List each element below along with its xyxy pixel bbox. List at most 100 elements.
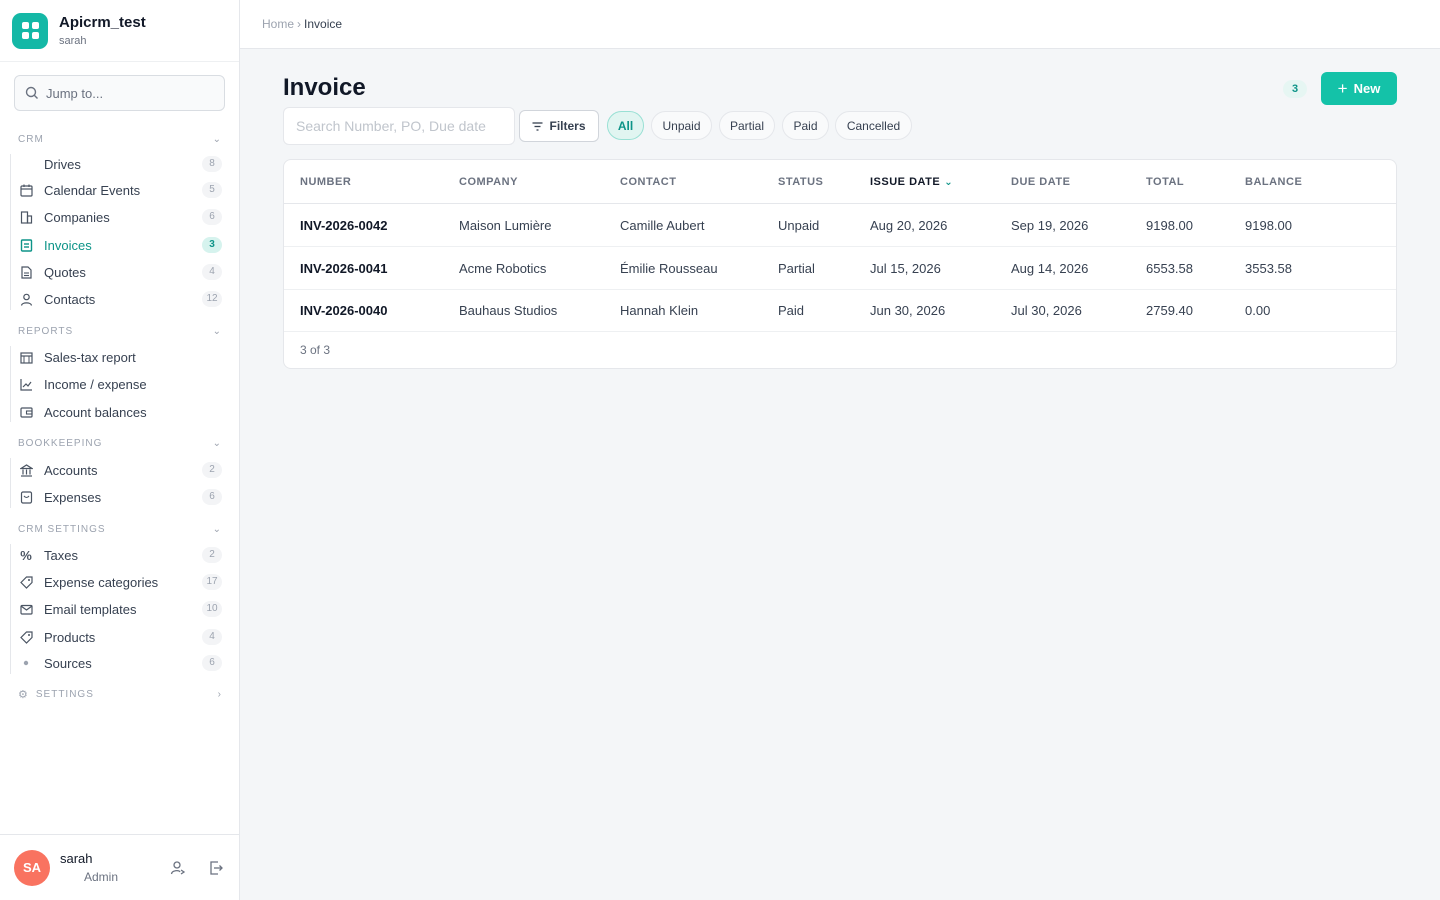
filters-button[interactable]: Filters [519, 110, 599, 142]
section-crm-settings-toggle[interactable]: CRM SETTINGS ⌄ [18, 524, 222, 535]
chevron-down-icon: ⌄ [212, 134, 222, 145]
sidebar-item-label: Sales-tax report [44, 349, 136, 365]
user-info: sarah Admin [60, 851, 150, 884]
sidebar-item-label: Account balances [44, 404, 147, 420]
sidebar-item-drives[interactable]: Drives 8 [18, 153, 222, 175]
sidebar-item-companies[interactable]: Companies 6 [18, 206, 222, 228]
cell-due-date: Sep 19, 2026 [1011, 218, 1089, 233]
sidebar-item-count: 6 [202, 655, 222, 671]
sidebar-item-calendar-events[interactable]: Calendar Events 5 [18, 179, 222, 201]
section-settings-toggle[interactable]: ⚙ SETTINGS › [18, 688, 222, 701]
cell-contact: Émilie Rousseau [620, 261, 718, 276]
invoice-table: NUMBER COMPANY CONTACT STATUS ISSUE DATE… [283, 159, 1397, 369]
section-divider-line [10, 154, 11, 310]
column-header-contact[interactable]: CONTACT [620, 176, 676, 188]
building-icon [18, 210, 34, 224]
logout-icon[interactable] [206, 858, 226, 878]
filter-chip-partial[interactable]: Partial [719, 111, 775, 140]
filter-chip-cancelled[interactable]: Cancelled [835, 111, 912, 140]
jump-to-search[interactable]: Jump to... [14, 75, 225, 111]
breadcrumb-home[interactable]: Home [262, 17, 294, 31]
brand-text: Apicrm_test sarah [59, 14, 146, 47]
sidebar-item-label: Invoices [44, 237, 92, 253]
column-header-number[interactable]: NUMBER [300, 176, 351, 188]
sidebar-item-count: 5 [202, 182, 222, 198]
new-invoice-button[interactable]: + New [1321, 72, 1397, 105]
column-header-issue-date[interactable]: ISSUE DATE ⌄ [870, 176, 953, 188]
filter-chip-all[interactable]: All [607, 111, 644, 140]
sidebar-item-label: Sources [44, 655, 92, 671]
sidebar-item-quotes[interactable]: Quotes 4 [18, 261, 222, 283]
cell-status: Partial [778, 261, 815, 276]
breadcrumb-separator: › [297, 17, 302, 31]
section-divider-line [10, 458, 11, 508]
table-row[interactable]: INV-2026-0041 Acme Robotics Émilie Rouss… [284, 247, 1396, 290]
column-header-status[interactable]: STATUS [778, 176, 823, 188]
sidebar-item-count: 4 [202, 264, 222, 280]
sidebar-item-taxes[interactable]: % Taxes 2 [18, 544, 222, 566]
column-header-total[interactable]: TOTAL [1146, 176, 1184, 188]
cell-total: 6553.58 [1146, 261, 1193, 276]
sidebar-item-label: Products [44, 629, 96, 645]
section-divider-line [10, 346, 11, 422]
sidebar-item-sources[interactable]: Sources 6 [18, 652, 222, 674]
brand-header[interactable]: Apicrm_test sarah [0, 0, 239, 62]
sidebar-item-label: Calendar Events [44, 182, 141, 198]
sidebar-item-label: Taxes [44, 547, 78, 563]
sidebar-item-count: 8 [202, 156, 222, 172]
sidebar-item-sales-tax-report[interactable]: Sales-tax report [18, 346, 222, 368]
filter-icon [532, 121, 543, 131]
sidebar-item-contacts[interactable]: Contacts 12 [18, 288, 222, 310]
sidebar-item-expense-categories[interactable]: Expense categories 17 [18, 571, 222, 593]
plus-icon: + [1337, 79, 1348, 98]
sidebar-item-products[interactable]: Products 4 [18, 626, 222, 648]
filter-chip-paid[interactable]: Paid [782, 111, 829, 140]
sidebar-item-invoices[interactable]: Invoices 3 [18, 234, 222, 256]
receipt-icon [18, 490, 34, 504]
chevron-down-icon: ⌄ [212, 524, 222, 535]
sidebar-item-label: Expenses [44, 489, 102, 505]
sidebar-item-label: Accounts [44, 462, 98, 478]
section-settings-heading: ⚙ SETTINGS [18, 688, 94, 701]
sidebar-item-label: Contacts [44, 291, 96, 307]
cell-due-date: Aug 14, 2026 [1011, 261, 1089, 276]
sidebar-item-count: 2 [202, 547, 222, 563]
tag-icon [18, 575, 34, 589]
switch-user-icon[interactable] [168, 858, 188, 878]
column-header-due-date[interactable]: DUE DATE [1011, 176, 1070, 188]
cell-contact: Camille Aubert [620, 218, 705, 233]
invoice-search-input[interactable] [283, 107, 515, 145]
chevron-down-icon: ⌄ [212, 438, 222, 449]
sidebar-item-email-templates[interactable]: Email templates 10 [18, 598, 222, 620]
avatar[interactable]: SA [14, 849, 50, 886]
document-icon [18, 265, 34, 279]
breadcrumb-current: Invoice [304, 17, 343, 31]
sidebar-item-income-expense[interactable]: Income / expense [18, 373, 222, 395]
section-bookkeeping-label: BOOKKEEPING [18, 438, 103, 449]
sidebar-item-label: Email templates [44, 601, 137, 617]
app-name: Apicrm_test [59, 14, 146, 31]
cell-number: INV-2026-0041 [300, 261, 388, 276]
chevron-down-icon: ⌄ [212, 326, 222, 337]
cell-balance: 0.00 [1245, 303, 1271, 318]
cell-company: Maison Lumière [459, 218, 552, 233]
section-crm-toggle[interactable]: CRM ⌄ [18, 134, 222, 145]
cell-status: Paid [778, 303, 805, 318]
filter-chip-unpaid[interactable]: Unpaid [651, 111, 712, 140]
section-bookkeeping-toggle[interactable]: BOOKKEEPING ⌄ [18, 438, 222, 449]
cell-number: INV-2026-0040 [300, 303, 388, 318]
app-logo-icon [12, 12, 48, 49]
tag-icon [18, 630, 34, 644]
user-footer: SA sarah Admin [0, 834, 239, 900]
sidebar-item-accounts[interactable]: Accounts 2 [18, 459, 222, 481]
section-reports-toggle[interactable]: REPORTS ⌄ [18, 326, 222, 337]
jump-to-placeholder: Jump to... [46, 85, 104, 101]
column-header-company[interactable]: COMPANY [459, 176, 518, 188]
table-row[interactable]: INV-2026-0042 Maison Lumière Camille Aub… [284, 204, 1396, 247]
sidebar-item-account-balances[interactable]: Account balances [18, 401, 222, 423]
sidebar-item-count: 4 [202, 629, 222, 645]
filters-label: Filters [549, 119, 586, 133]
table-row[interactable]: INV-2026-0040 Bauhaus Studios Hannah Kle… [284, 289, 1396, 332]
sidebar-item-expenses[interactable]: Expenses 6 [18, 486, 222, 508]
column-header-balance[interactable]: BALANCE [1245, 176, 1302, 188]
